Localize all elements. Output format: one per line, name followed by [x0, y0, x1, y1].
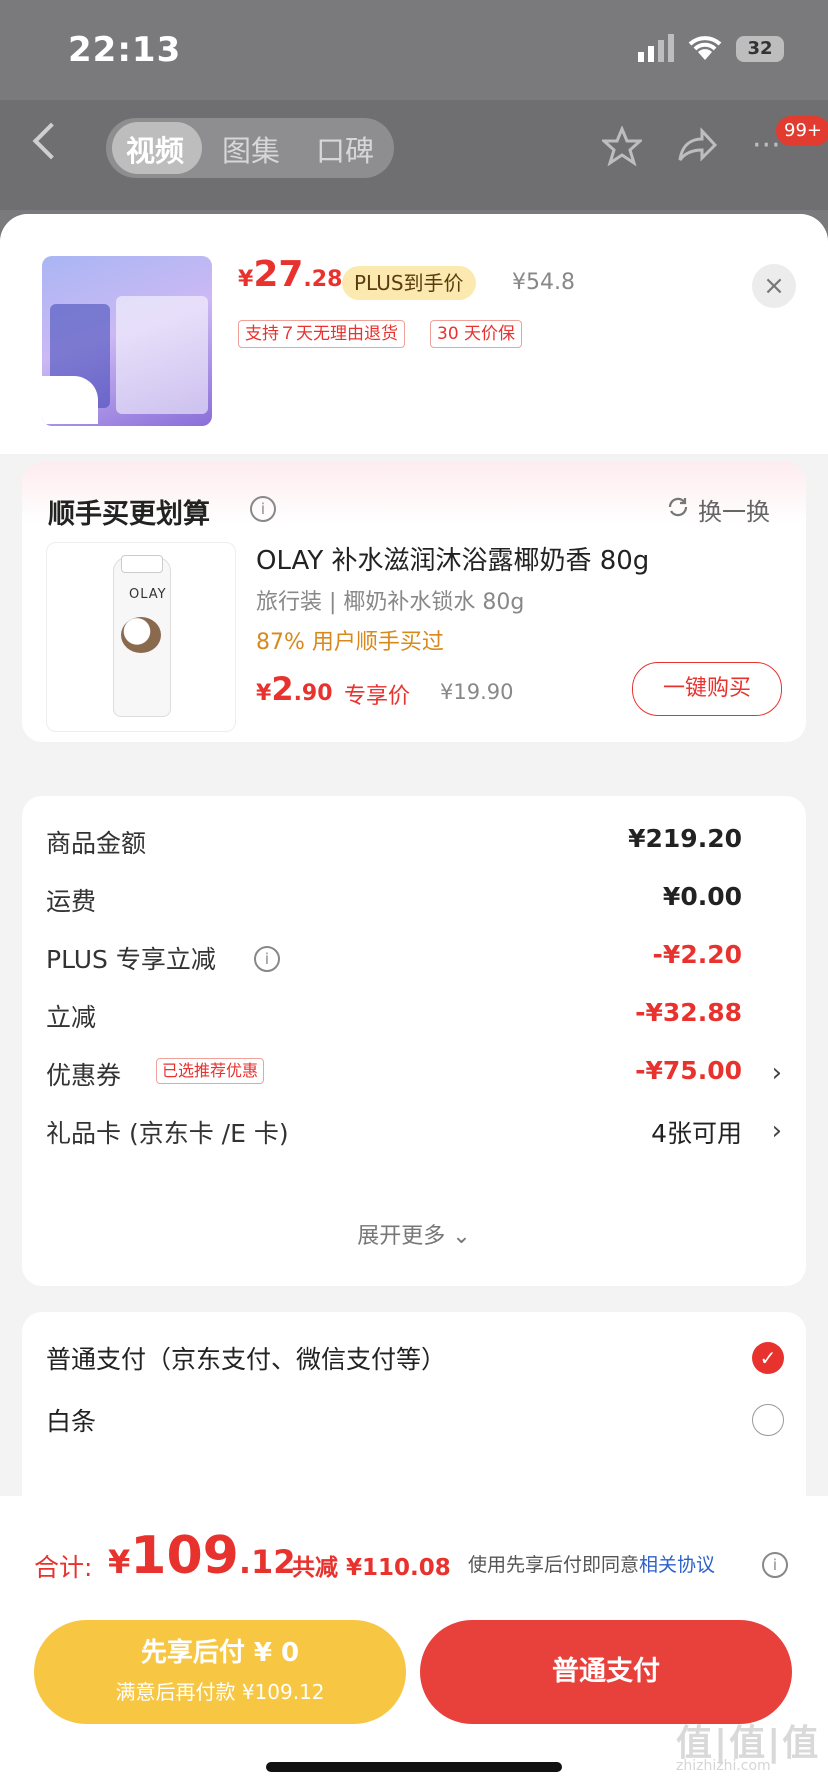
total-label: 合计: — [34, 1553, 93, 1582]
tab-video[interactable]: 视频 — [126, 128, 184, 170]
close-button[interactable]: × — [752, 264, 796, 308]
agreement-link[interactable]: 相关协议 — [639, 1554, 715, 1576]
info-icon[interactable]: i — [254, 946, 280, 972]
fee-row-gift-card[interactable]: 礼品卡 (京东卡 /E 卡) 4张可用 › — [46, 1114, 786, 1154]
status-time: 22:13 — [68, 30, 182, 70]
status-bar: 22:13 32 — [0, 0, 828, 100]
product-thumbnail — [42, 256, 212, 426]
fee-row-plus-discount: PLUS 专享立减 i -¥2.20 — [46, 940, 742, 974]
recommend-price: ¥2.90 — [256, 670, 333, 708]
fee-row-coupon[interactable]: 优惠券 已选推荐优惠 -¥75.00 › — [46, 1056, 786, 1096]
fee-breakdown-card: 商品金额 ¥219.20 运费 ¥0.00 PLUS 专享立减 i -¥2.20… — [22, 796, 806, 1286]
total-amount: ¥109.12 — [108, 1526, 296, 1586]
share-icon[interactable] — [676, 126, 718, 166]
chevron-right-icon: › — [771, 1058, 782, 1088]
fee-row-goods: 商品金额 ¥219.20 — [46, 824, 742, 858]
product-header: ¥27.28 PLUS到手价 ¥54.8 × 支持７天无理由退货 30 天价保 — [0, 214, 828, 454]
tab-reviews[interactable]: 口碑 — [316, 128, 374, 170]
favorite-star-icon[interactable] — [602, 126, 642, 166]
radio-unchecked-icon[interactable] — [752, 1404, 784, 1436]
recommend-card: 顺手买更划算 i 换一换 OLAY OLAY 补水滋润沐浴露椰奶香 80g 旅行… — [22, 462, 806, 742]
price-protect-tag: 30 天价保 — [430, 320, 523, 348]
battery-icon: 32 — [736, 36, 784, 62]
signal-icon — [638, 34, 674, 62]
exclusive-price-label: 专享价 — [344, 684, 411, 709]
payment-option-standard[interactable]: 普通支付（京东支付、微信支付等） — [46, 1340, 786, 1376]
recommend-product-image[interactable]: OLAY — [46, 542, 236, 732]
plus-price-badge: PLUS到手价 — [342, 266, 476, 300]
recommend-purchase-stat: 87% 用户顺手买过 — [256, 630, 444, 655]
recommend-product-title[interactable]: OLAY 补水滋润沐浴露椰奶香 80g — [256, 540, 649, 577]
tab-gallery[interactable]: 图集 — [222, 128, 280, 170]
checkout-footer: 合计: ¥109.12 共减 ¥110.08 使用先享后付即同意相关协议 i 先… — [0, 1496, 828, 1792]
return-policy-tag: 支持７天无理由退货 — [238, 320, 405, 348]
recommend-title: 顺手买更划算 — [48, 499, 210, 530]
wifi-icon — [688, 36, 722, 60]
chevron-right-icon: › — [771, 1116, 782, 1146]
pay-later-button[interactable]: 先享后付 ¥ 0 满意后再付款 ¥109.12 — [34, 1620, 406, 1724]
watermark-url: zhizhizhi.com — [676, 1758, 771, 1774]
expand-more-button[interactable]: 展开更多 ⌄ — [22, 1218, 806, 1250]
recommend-product-spec: 旅行装 | 椰奶补水锁水 80g — [256, 590, 525, 615]
info-icon[interactable]: i — [762, 1552, 788, 1578]
coupon-selected-tag: 已选推荐优惠 — [156, 1058, 265, 1084]
product-price: ¥27.28 — [238, 254, 343, 295]
radio-checked-icon[interactable]: ✓ — [752, 1342, 784, 1374]
total-reduction: 共减 ¥110.08 — [292, 1555, 451, 1581]
agreement-text: 使用先享后付即同意相关协议 — [468, 1554, 716, 1576]
standard-pay-button[interactable]: 普通支付 — [420, 1620, 792, 1724]
fee-row-shipping: 运费 ¥0.00 — [46, 882, 742, 916]
original-price: ¥54.8 — [512, 270, 575, 295]
refresh-icon[interactable] — [666, 495, 690, 519]
info-icon[interactable]: i — [250, 496, 276, 522]
cart-badge: 99+ — [776, 116, 828, 146]
fee-row-instant-discount: 立减 -¥32.88 — [46, 998, 742, 1032]
payment-option-baitiao[interactable]: 白条 — [46, 1402, 786, 1438]
recommend-original-price: ¥19.90 — [440, 680, 514, 704]
home-indicator[interactable] — [266, 1762, 562, 1772]
one-click-buy-button[interactable]: 一键购买 — [632, 662, 782, 716]
swap-button[interactable]: 换一换 — [698, 492, 770, 527]
